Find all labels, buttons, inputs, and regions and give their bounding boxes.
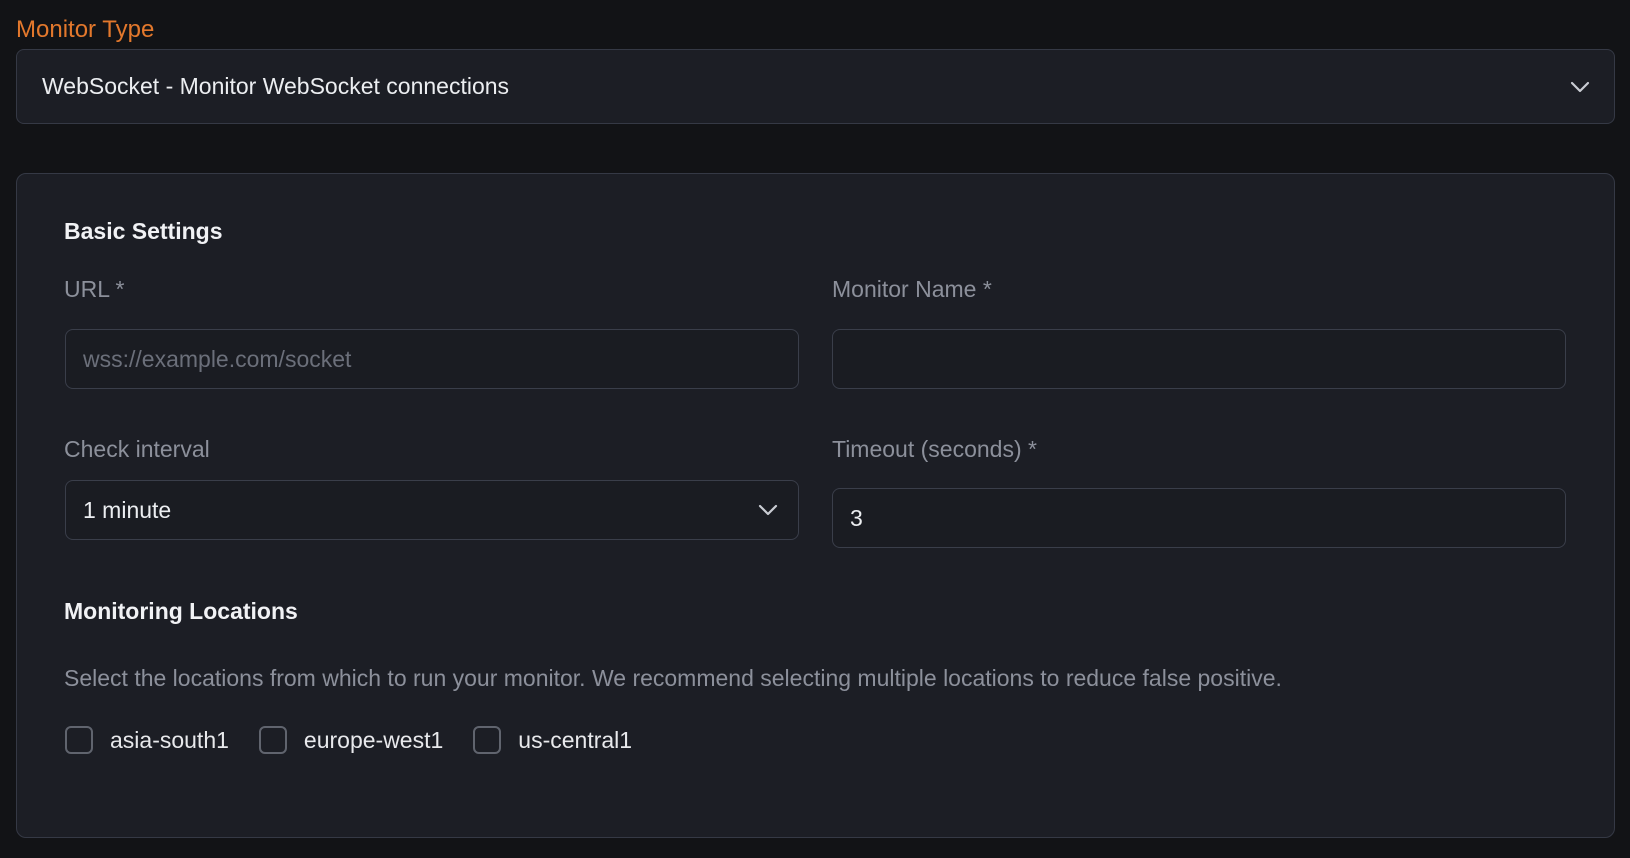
check-interval-selected-value: 1 minute bbox=[83, 496, 172, 523]
location-label: us-central1 bbox=[518, 726, 633, 753]
checkbox[interactable] bbox=[65, 726, 93, 754]
location-label: asia-south1 bbox=[110, 726, 229, 753]
url-label: URL * bbox=[64, 276, 125, 302]
monitor-name-label: Monitor Name * bbox=[832, 276, 992, 302]
monitor-form: Monitor Type WebSocket - Monitor WebSock… bbox=[0, 0, 1630, 858]
monitoring-locations-title: Monitoring Locations bbox=[64, 598, 298, 624]
timeout-input[interactable] bbox=[832, 488, 1566, 548]
monitor-name-input[interactable] bbox=[832, 329, 1566, 389]
monitor-type-selected-value: WebSocket - Monitor WebSocket connection… bbox=[42, 73, 510, 99]
settings-panel: Basic Settings URL * Monitor Name * Chec… bbox=[16, 173, 1615, 838]
checkbox[interactable] bbox=[473, 726, 502, 754]
check-interval-select[interactable]: 1 minute bbox=[65, 480, 799, 540]
basic-settings-title: Basic Settings bbox=[64, 218, 223, 244]
locations-list: asia-south1 europe-west1 us-central1 bbox=[65, 724, 662, 756]
checkbox[interactable] bbox=[258, 726, 287, 754]
location-europe-west1[interactable]: europe-west1 bbox=[258, 726, 444, 754]
timeout-label: Timeout (seconds) * bbox=[832, 436, 1037, 462]
monitoring-locations-description: Select the locations from which to run y… bbox=[64, 665, 1282, 691]
check-interval-label: Check interval bbox=[64, 436, 210, 462]
chevron-down-icon bbox=[756, 498, 780, 522]
monitor-type-select[interactable]: WebSocket - Monitor WebSocket connection… bbox=[16, 49, 1615, 124]
location-label: europe-west1 bbox=[303, 726, 444, 753]
url-input[interactable] bbox=[65, 329, 799, 389]
monitor-type-label: Monitor Type bbox=[16, 16, 155, 43]
location-us-central1[interactable]: us-central1 bbox=[473, 726, 632, 754]
chevron-down-icon bbox=[1568, 75, 1592, 99]
location-asia-south1[interactable]: asia-south1 bbox=[65, 726, 229, 754]
